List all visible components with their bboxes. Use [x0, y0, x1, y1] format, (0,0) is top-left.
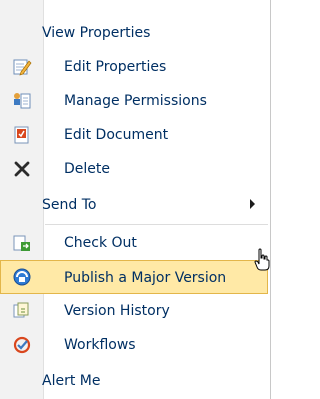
delete-x-icon: [12, 159, 32, 179]
version-history-icon: [12, 301, 32, 321]
publish-icon: [12, 267, 32, 287]
menu-item-label: Publish a Major Version: [64, 270, 227, 286]
menu-separator: [45, 224, 268, 225]
hand-cursor-icon: [253, 248, 271, 272]
menu-item-view-properties[interactable]: View Properties: [0, 16, 268, 50]
menu-item-label: Send To: [42, 197, 97, 213]
menu-item-label: Edit Document: [64, 127, 169, 143]
menu-item-label: Alert Me: [42, 373, 101, 389]
menu-item-check-out[interactable]: Check Out: [0, 226, 268, 260]
workflow-icon: [12, 335, 32, 355]
menu-item-label: Check Out: [64, 235, 137, 251]
menu-item-edit-properties[interactable]: Edit Properties: [0, 50, 268, 84]
context-menu: View Properties Edit Properties Manage P…: [0, 0, 271, 399]
menu-item-version-history[interactable]: Version History: [0, 294, 268, 328]
edit-properties-icon: [12, 57, 32, 77]
menu-item-edit-document[interactable]: Edit Document: [0, 118, 268, 152]
menu-item-workflows[interactable]: Workflows: [0, 328, 268, 362]
menu-item-label: Manage Permissions: [64, 93, 207, 109]
menu-item-label: Version History: [64, 303, 170, 319]
menu-item-manage-permissions[interactable]: Manage Permissions: [0, 84, 268, 118]
menu-item-alert-me[interactable]: Alert Me: [0, 364, 268, 398]
check-out-icon: [12, 233, 32, 253]
menu-item-label: Delete: [64, 161, 110, 177]
permissions-icon: [12, 91, 32, 111]
submenu-arrow-icon: [250, 199, 255, 209]
menu-item-label: View Properties: [42, 25, 151, 41]
menu-item-delete[interactable]: Delete: [0, 152, 268, 186]
menu-item-publish-major-version[interactable]: Publish a Major Version: [0, 260, 268, 294]
edit-document-icon: [12, 125, 32, 145]
menu-item-label: Edit Properties: [64, 59, 167, 75]
menu-item-send-to[interactable]: Send To: [0, 188, 268, 222]
menu-item-label: Workflows: [64, 337, 136, 353]
